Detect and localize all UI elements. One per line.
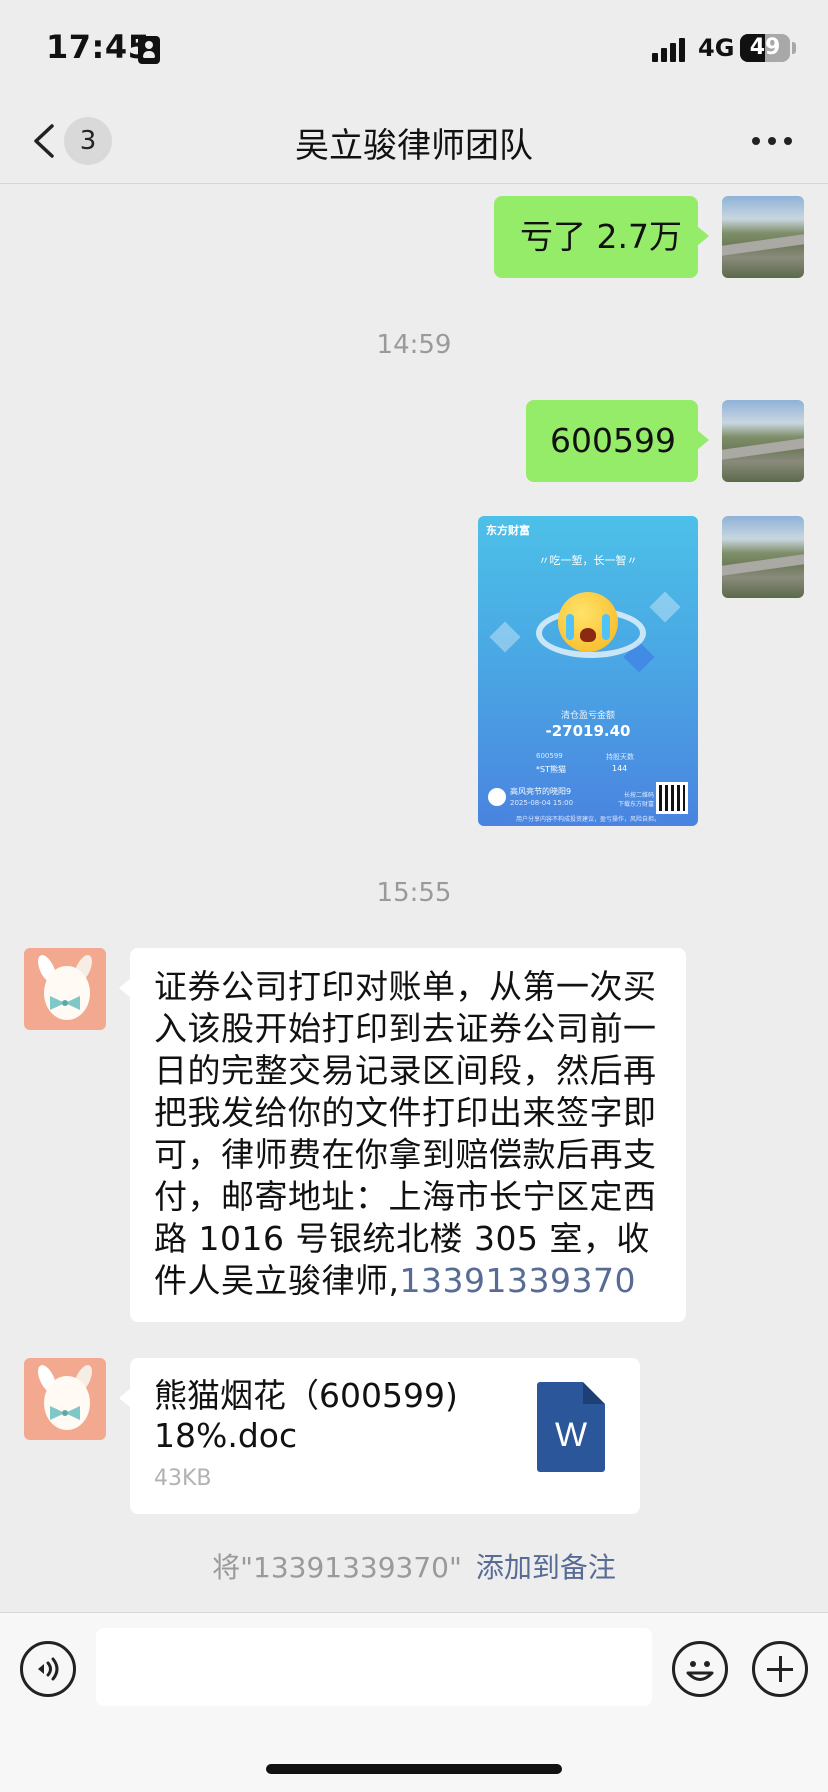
- message-text: 证券公司打印对账单，从第一次买入该股开始打印到去证券公司前一日的完整交易记录区间…: [154, 966, 659, 1302]
- voice-input-icon[interactable]: [20, 1641, 76, 1697]
- status-bar: 17:45 4G 49: [0, 0, 828, 100]
- decor-cube: [489, 621, 521, 653]
- qr-caption: 长按二维码 下载东方财富: [618, 792, 655, 808]
- outgoing-message-bubble[interactable]: 600599: [526, 400, 709, 482]
- word-document-icon: W: [537, 1382, 605, 1472]
- battery-icon: 49: [740, 34, 790, 62]
- message-text: 600599: [550, 421, 676, 460]
- chat-title: 吴立骏律师团队: [295, 126, 533, 166]
- decor-cube: [649, 591, 681, 623]
- tear-right: [602, 614, 610, 640]
- word-icon-letter: W: [554, 1416, 588, 1454]
- stock-code: 600599: [536, 752, 563, 760]
- more-functions-plus-icon[interactable]: [752, 1641, 808, 1697]
- disclaimer: 用户分享内容不构成投资建议，盈亏操作，风险自担。: [515, 816, 660, 823]
- emoji-mouth: [580, 628, 596, 642]
- pnl-amount: -27019.40: [545, 722, 631, 740]
- file-name: 熊猫烟花（600599) 18%.doc: [154, 1376, 458, 1455]
- outgoing-message-bubble[interactable]: 亏了 2.7万: [494, 196, 709, 278]
- image-slogan: 〃吃一堑，长一智〃: [538, 554, 638, 567]
- contact-card-icon: [138, 36, 160, 64]
- battery-level: 49: [749, 35, 781, 60]
- message-timestamp: 14:59: [376, 330, 452, 360]
- message-input[interactable]: [96, 1628, 652, 1706]
- image-brand: 东方财富: [486, 524, 530, 537]
- qr-code-icon: [656, 782, 688, 814]
- message-timestamp: 15:55: [376, 878, 452, 908]
- contact-avatar[interactable]: [24, 1358, 106, 1440]
- emoji-picker-icon[interactable]: [672, 1641, 728, 1697]
- stock-name: *ST熊猫: [536, 765, 566, 774]
- holding-days-label: 持股天数: [606, 753, 634, 761]
- holding-days: 144: [612, 764, 628, 773]
- network-type: 4G: [698, 34, 735, 62]
- self-avatar[interactable]: [722, 516, 804, 598]
- share-date: 2025-08-04 15:00: [510, 799, 574, 807]
- self-avatar[interactable]: [722, 196, 804, 278]
- message-text: 亏了 2.7万: [520, 217, 682, 256]
- phone-number-link[interactable]: 13391339370: [400, 1261, 636, 1300]
- status-time: 17:45: [46, 28, 151, 66]
- shared-image-message[interactable]: 东方财富 〃吃一堑，长一智〃 清仓盈亏金额 -27019.40 600599 *…: [478, 516, 698, 826]
- message-body: 证券公司打印对账单，从第一次买入该股开始打印到去证券公司前一日的完整交易记录区间…: [154, 967, 657, 1300]
- sharer-name: 高风亮节的晓阳9: [510, 787, 572, 796]
- home-indicator[interactable]: [266, 1764, 562, 1774]
- more-options-icon[interactable]: [752, 137, 792, 147]
- sharer-avatar: [488, 788, 506, 806]
- add-remark-note: 将"13391339370" 添加到备注: [0, 1546, 828, 1586]
- tear-left: [566, 614, 574, 640]
- pnl-label: 清仓盈亏金额: [560, 711, 615, 721]
- self-avatar[interactable]: [722, 400, 804, 482]
- file-size: 43KB: [154, 1466, 212, 1491]
- cellular-signal-icon: [652, 38, 688, 62]
- note-text: 将"13391339370": [212, 1551, 462, 1584]
- contact-avatar[interactable]: [24, 948, 106, 1030]
- add-to-remark-link[interactable]: 添加到备注: [476, 1551, 616, 1584]
- battery-cap: [792, 42, 796, 54]
